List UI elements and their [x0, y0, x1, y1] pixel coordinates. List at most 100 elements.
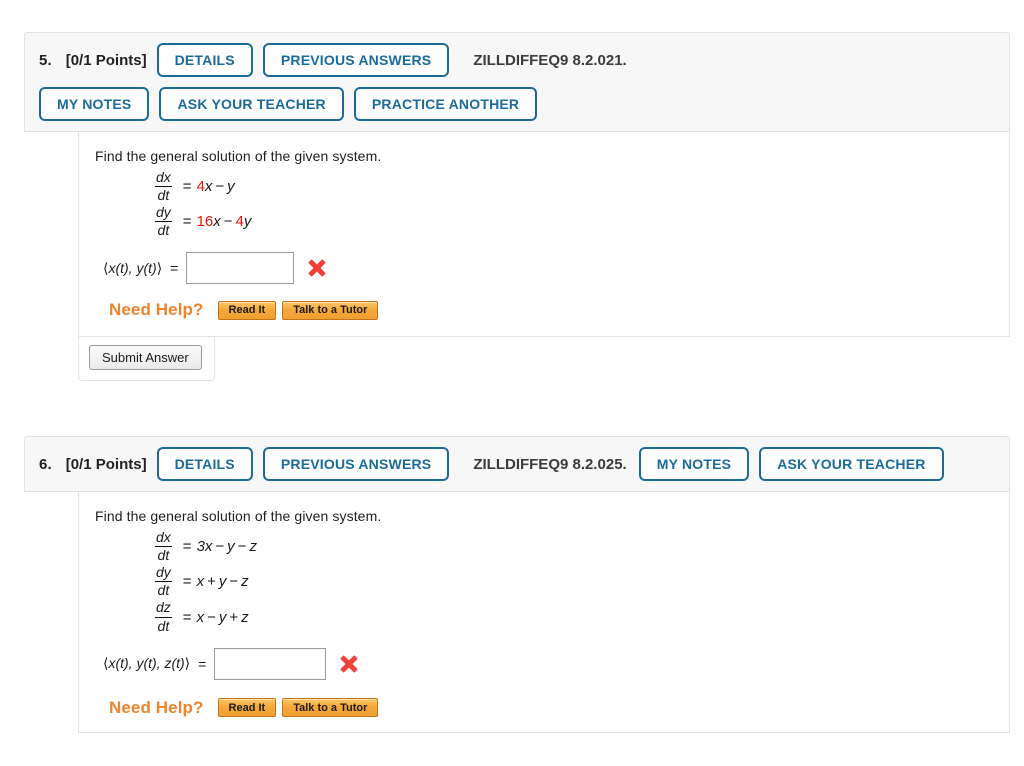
equation-row: dx dt = 3x − y − z: [95, 529, 1009, 563]
term-operator: −: [237, 538, 247, 556]
equation-row: dx dt = 4x − y: [95, 169, 1009, 203]
talk-to-a-tutor-button[interactable]: Talk to a Tutor: [282, 698, 379, 718]
problem-number: 5.: [39, 51, 52, 69]
equation-right-side: = x + y − z: [183, 573, 249, 590]
term-coefficient: 4: [196, 178, 205, 196]
term-variable: x: [196, 573, 205, 591]
equation-right-side: = 4x − y: [183, 178, 235, 195]
problem-card-5: 5. [0/1 Points] DETAILS PREVIOUS ANSWERS…: [24, 32, 1010, 382]
header-row-primary: 6. [0/1 Points] DETAILS PREVIOUS ANSWERS…: [39, 447, 997, 481]
ask-your-teacher-button[interactable]: ASK YOUR TEACHER: [759, 447, 944, 481]
practice-another-button[interactable]: PRACTICE ANOTHER: [353, 87, 538, 121]
equation-right-side: = 16x −4y: [183, 213, 252, 230]
read-it-button[interactable]: Read It: [217, 698, 277, 718]
equation-row: dz dt = x − y + z: [95, 600, 1009, 633]
term-coefficient: 4: [235, 213, 244, 231]
fraction-numerator: dy: [156, 564, 171, 581]
term-variable: y: [243, 213, 252, 231]
problem-header-5: 5. [0/1 Points] DETAILS PREVIOUS ANSWERS…: [24, 32, 1010, 132]
answer-row: ⟨x(t), y(t)⟩ =: [95, 252, 1009, 285]
equation-row: dy dt = 16x −4y: [95, 205, 1009, 238]
previous-answers-button[interactable]: PREVIOUS ANSWERS: [262, 447, 450, 481]
details-button[interactable]: DETAILS: [156, 43, 253, 77]
fraction-denominator: dt: [154, 186, 173, 203]
fraction-numerator: dz: [156, 599, 171, 616]
problem-body-wrapper-6: Find the general solution of the given s…: [24, 492, 1010, 733]
derivative-fraction: dy dt: [153, 565, 174, 598]
equation-right-side: = x − y + z: [183, 609, 249, 626]
need-help-row: Need Help? Read It Talk to a Tutor: [95, 698, 1009, 718]
incorrect-mark-icon: [340, 655, 358, 673]
answer-label-body: x(t), y(t): [108, 259, 157, 276]
equation-system: dx dt = 3x − y − z dy dt = x + y − z dz …: [95, 529, 1009, 634]
derivative-fraction: dy dt: [153, 205, 174, 238]
answer-equals-sign: =: [170, 260, 179, 277]
term-variable: z: [249, 538, 257, 556]
term-operator: −: [215, 178, 225, 196]
term-variable: x: [213, 213, 221, 231]
details-button[interactable]: DETAILS: [156, 447, 253, 481]
ask-your-teacher-button[interactable]: ASK YOUR TEACHER: [159, 87, 344, 121]
problem-body-5: Find the general solution of the given s…: [78, 132, 1010, 338]
equals-sign: =: [182, 178, 192, 196]
fraction-denominator: dt: [154, 221, 173, 238]
answer-row: ⟨x(t), y(t), z(t)⟩ =: [95, 647, 1009, 680]
fraction-denominator: dt: [154, 581, 173, 598]
problem-prompt: Find the general solution of the given s…: [95, 508, 382, 524]
points-label: [0/1 Points]: [65, 455, 147, 473]
need-help-label: Need Help?: [109, 697, 204, 717]
term-operator: −: [215, 538, 225, 556]
equation-system: dx dt = 4x − y dy dt = 16x −4y: [95, 169, 1009, 238]
answer-input[interactable]: [186, 252, 295, 285]
term-variable: x: [196, 608, 205, 626]
my-notes-button[interactable]: MY NOTES: [638, 447, 750, 481]
term-coefficient: 3: [196, 538, 205, 556]
term-variable: z: [241, 573, 249, 591]
points-label: [0/1 Points]: [65, 51, 147, 69]
equals-sign: =: [182, 213, 192, 231]
problem-card-6: 6. [0/1 Points] DETAILS PREVIOUS ANSWERS…: [24, 436, 1010, 733]
equals-sign: =: [182, 538, 192, 556]
read-it-button[interactable]: Read It: [217, 300, 277, 320]
term-operator: −: [229, 573, 239, 591]
term-variable: y: [227, 538, 235, 556]
need-help-label: Need Help?: [109, 300, 204, 320]
submit-answer-button[interactable]: Submit Answer: [89, 345, 202, 371]
answer-equals-sign: =: [198, 655, 207, 672]
talk-to-a-tutor-button[interactable]: Talk to a Tutor: [282, 300, 379, 320]
angle-bracket-close-icon: ⟩: [156, 259, 163, 276]
term-operator: −: [223, 213, 233, 231]
problem-id-label: ZILLDIFFEQ9 8.2.021.: [473, 51, 627, 69]
problem-id-label: ZILLDIFFEQ9 8.2.025.: [473, 455, 627, 473]
header-row-secondary: MY NOTES ASK YOUR TEACHER PRACTICE ANOTH…: [39, 87, 997, 121]
my-notes-button[interactable]: MY NOTES: [39, 87, 150, 121]
fraction-numerator: dx: [156, 169, 171, 185]
term-operator: −: [207, 608, 216, 626]
equals-sign: =: [182, 573, 192, 591]
submit-tab-5: Submit Answer: [78, 337, 215, 382]
fraction-numerator: dy: [156, 204, 171, 221]
answer-label: ⟨x(t), y(t)⟩: [103, 260, 162, 277]
derivative-fraction: dx dt: [153, 529, 174, 563]
assignment-page: 5. [0/1 Points] DETAILS PREVIOUS ANSWERS…: [0, 0, 1024, 766]
equation-row: dy dt = x + y − z: [95, 565, 1009, 598]
incorrect-mark-icon: [308, 259, 326, 277]
derivative-fraction: dx dt: [153, 169, 174, 203]
equation-right-side: = 3x − y − z: [183, 538, 257, 555]
problem-body-wrapper-5: Find the general solution of the given s…: [24, 132, 1010, 338]
term-coefficient: 16: [196, 213, 214, 231]
problem-prompt: Find the general solution of the given s…: [95, 148, 382, 164]
equals-sign: =: [182, 608, 192, 626]
answer-input[interactable]: [214, 647, 327, 680]
problem-header-6: 6. [0/1 Points] DETAILS PREVIOUS ANSWERS…: [24, 436, 1010, 492]
term-operator: +: [229, 608, 239, 626]
previous-answers-button[interactable]: PREVIOUS ANSWERS: [262, 43, 450, 77]
problem-number: 6.: [39, 455, 52, 473]
angle-bracket-close-icon: ⟩: [184, 655, 191, 672]
problem-body-6: Find the general solution of the given s…: [78, 492, 1010, 733]
need-help-row: Need Help? Read It Talk to a Tutor: [95, 300, 1009, 320]
term-variable: y: [227, 178, 235, 196]
fraction-denominator: dt: [154, 546, 173, 563]
header-row-primary: 5. [0/1 Points] DETAILS PREVIOUS ANSWERS…: [39, 43, 997, 77]
derivative-fraction: dz dt: [153, 600, 174, 633]
